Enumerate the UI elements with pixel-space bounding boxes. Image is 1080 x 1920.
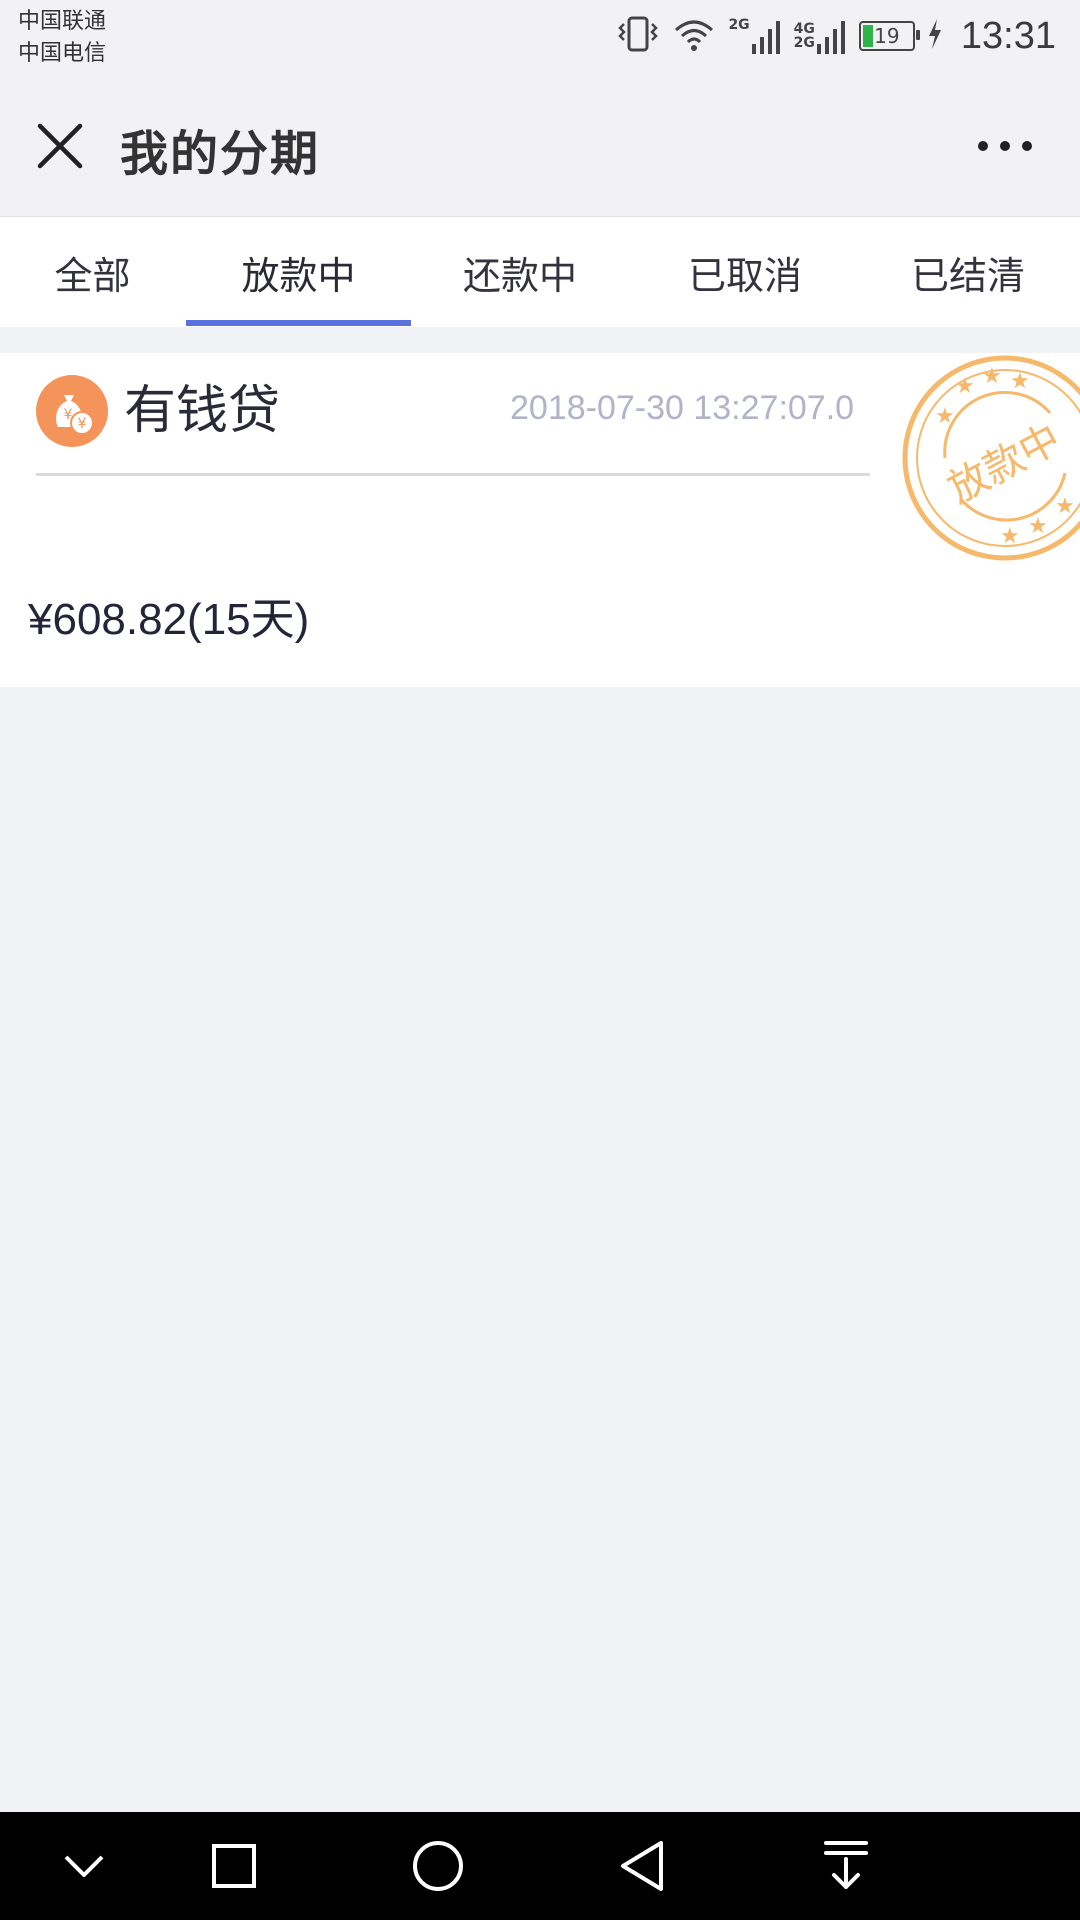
signal-dots-icon: [816, 21, 845, 54]
tab-all[interactable]: 全部: [20, 217, 165, 327]
product-name: 有钱贷: [124, 381, 281, 441]
svg-text:¥: ¥: [64, 407, 73, 423]
loan-amount: ¥608.82(15天): [28, 595, 310, 644]
money-bag-icon: ¥ ¥: [36, 375, 108, 447]
status-bar: 中国联通 中国电信 2G 4G 2G 19 13:31: [0, 0, 1080, 76]
card-divider: [36, 473, 870, 476]
more-icon: [978, 141, 1032, 151]
svg-text:★: ★: [1055, 494, 1075, 519]
carrier-2: 中国电信: [18, 41, 107, 66]
download-icon: [824, 1841, 868, 1889]
vibrate-icon: [616, 14, 660, 58]
close-icon: [37, 123, 83, 169]
battery-icon: 19: [858, 21, 920, 51]
svg-text:★: ★: [982, 364, 1002, 389]
net-2g-label: 2G: [728, 17, 750, 33]
carrier-1: 中国联通: [18, 9, 107, 34]
stamp-text: 放款中: [941, 416, 1069, 513]
svg-text:¥: ¥: [78, 416, 87, 432]
square-icon: [212, 1844, 256, 1888]
status-tabs: 全部 放款中 还款中 已取消 已结清: [0, 217, 1080, 327]
back-triangle-icon: [621, 1841, 663, 1891]
net-2g-label-b: 2G: [793, 35, 815, 51]
charging-icon: [927, 19, 943, 53]
signal-bars-icon: [751, 21, 780, 54]
signal-2g: 2G: [728, 18, 781, 54]
svg-text:★: ★: [935, 404, 955, 429]
tab-settled[interactable]: 已结清: [878, 217, 1058, 327]
status-stamp: ★ ★ ★ ★ ★ ★ ★ 放款中: [902, 355, 1080, 561]
circle-icon: [413, 1841, 463, 1891]
signal-4g: 4G 2G: [794, 18, 847, 54]
battery-percent: 19: [874, 24, 900, 48]
active-tab-indicator: [186, 320, 411, 326]
close-button[interactable]: [30, 116, 90, 176]
svg-text:★: ★: [1010, 369, 1030, 394]
wifi-icon: [672, 14, 716, 58]
loan-datetime: 2018-07-30 13:27:07.0: [510, 389, 855, 427]
nav-notification-button[interactable]: [814, 1834, 878, 1898]
svg-text:★: ★: [955, 374, 975, 399]
clock: 13:31: [960, 14, 1056, 57]
svg-text:★: ★: [1000, 524, 1020, 549]
nav-recents-button[interactable]: [202, 1834, 266, 1898]
tab-repaying[interactable]: 还款中: [430, 217, 610, 327]
loan-card[interactable]: ¥ ¥ 有钱贷 2018-07-30 13:27:07.0 ¥608.82(15…: [0, 353, 1080, 687]
net-4g-label: 4G: [793, 21, 815, 37]
tab-cancelled[interactable]: 已取消: [655, 217, 835, 327]
chevron-down-icon: [64, 1855, 104, 1877]
nav-collapse-button[interactable]: [52, 1834, 116, 1898]
app-header: 我的分期: [0, 76, 1080, 217]
page-title: 我的分期: [120, 126, 321, 182]
battery-level: [862, 25, 873, 47]
nav-home-button[interactable]: [406, 1834, 470, 1898]
more-button[interactable]: [970, 126, 1040, 166]
nav-back-button[interactable]: [610, 1834, 674, 1898]
system-nav-bar: [0, 1812, 1080, 1920]
carrier-info: 中国联通 中国电信: [18, 6, 106, 70]
tab-disbursing[interactable]: 放款中: [186, 217, 411, 327]
svg-text:★: ★: [1028, 514, 1048, 539]
net-4g-labels: 4G 2G: [794, 22, 815, 50]
status-icons: 2G 4G 2G 19 13:31: [616, 8, 1056, 64]
